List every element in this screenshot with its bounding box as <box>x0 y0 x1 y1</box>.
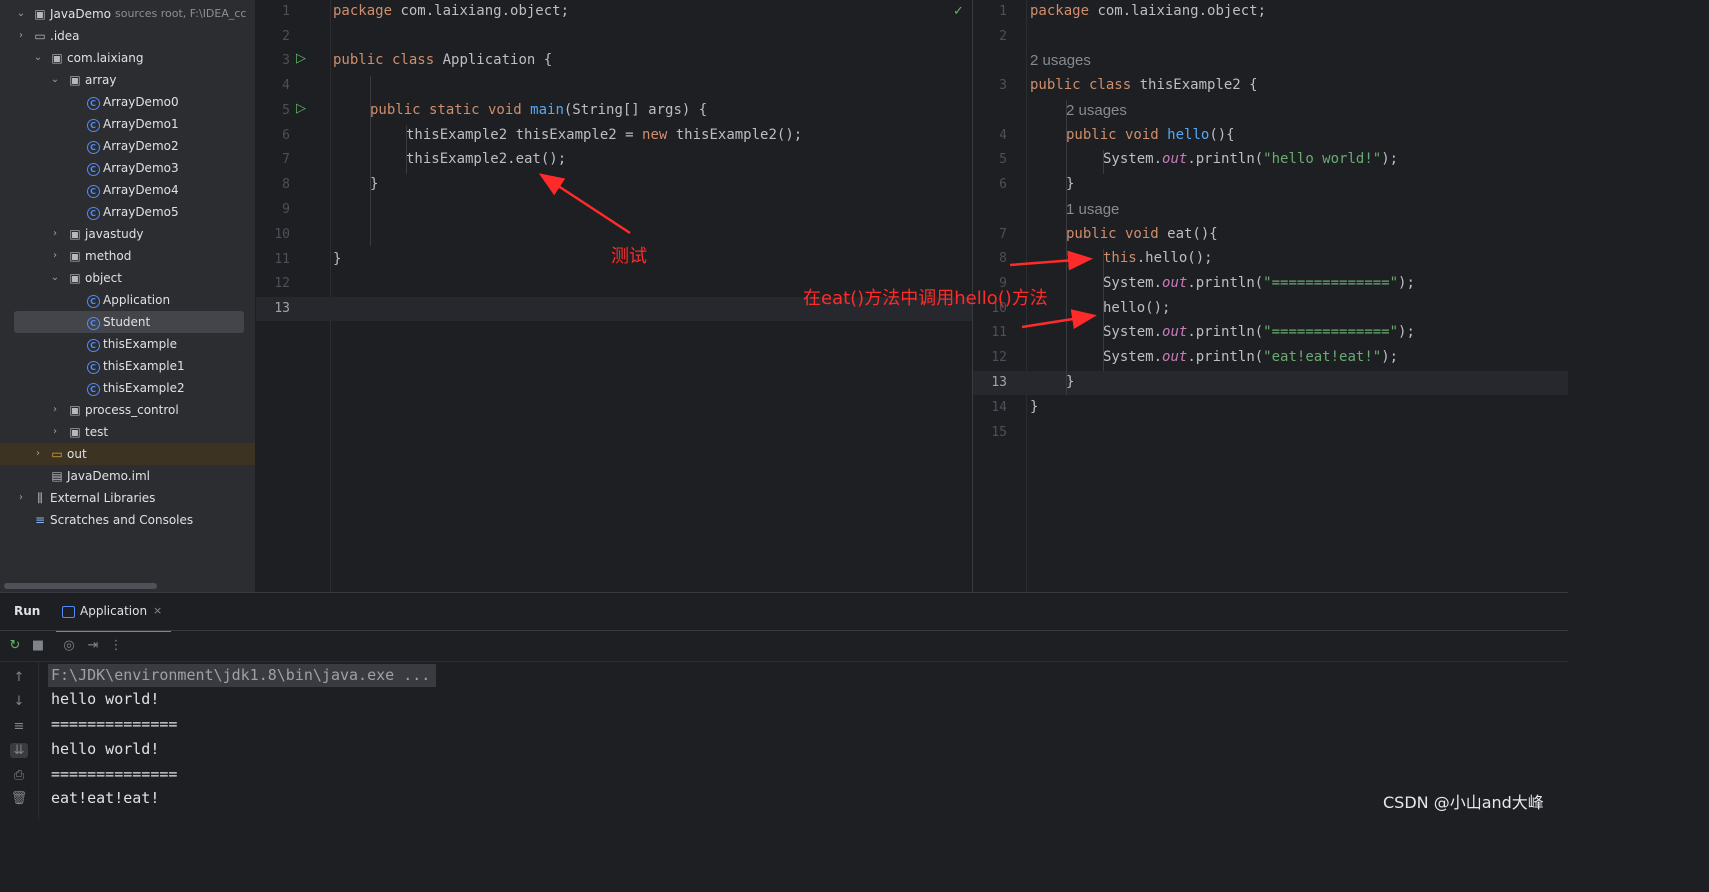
console-output-line: ============== <box>51 715 178 733</box>
run-label: Run <box>14 604 41 618</box>
divider <box>0 630 1568 631</box>
more-icon[interactable]: ⋮ <box>107 638 125 653</box>
console-output-line: hello world! <box>51 690 160 708</box>
console-command-line: F:\JDK\environment\jdk1.8\bin\java.exe .… <box>51 666 431 684</box>
scroll-to-end-icon[interactable]: ⇊ <box>10 743 28 758</box>
close-icon[interactable]: × <box>153 604 162 617</box>
arrow-up-icon[interactable]: ↑ <box>10 670 28 685</box>
exit-icon[interactable]: ⇥ <box>84 638 102 653</box>
console-output-line: ============== <box>51 765 178 783</box>
console-output-line: eat!eat!eat! <box>51 789 160 807</box>
run-panel: Run Application × ↻ ■ ◎ ⇥ ⋮ ↑ ↓ ≡ ⇊ ⎙ 🗑 … <box>0 592 1568 819</box>
watermark: CSDN @小山and大峰 <box>1383 793 1544 812</box>
annotation-test: 测试 <box>611 246 647 267</box>
console-output-line: hello world! <box>51 740 160 758</box>
divider <box>0 661 1568 662</box>
trash-icon[interactable]: 🗑 <box>10 791 28 806</box>
arrow-down-icon[interactable]: ↓ <box>10 694 28 709</box>
stop-icon[interactable]: ■ <box>29 638 47 653</box>
call-arrow-2 <box>1021 309 1097 329</box>
rerun-icon[interactable]: ↻ <box>6 638 24 653</box>
test-arrow <box>538 173 631 235</box>
annotation-call-hello: 在eat()方法中调用hello()方法 <box>803 288 1048 309</box>
tab-application[interactable]: Application × <box>56 597 171 632</box>
tab-label: Application <box>80 604 148 618</box>
print-icon[interactable]: ⎙ <box>10 768 28 783</box>
camera-icon[interactable]: ◎ <box>60 638 78 653</box>
application-run-icon <box>62 606 75 618</box>
soft-wrap-icon[interactable]: ≡ <box>10 719 28 734</box>
call-arrow-1 <box>1009 250 1093 271</box>
